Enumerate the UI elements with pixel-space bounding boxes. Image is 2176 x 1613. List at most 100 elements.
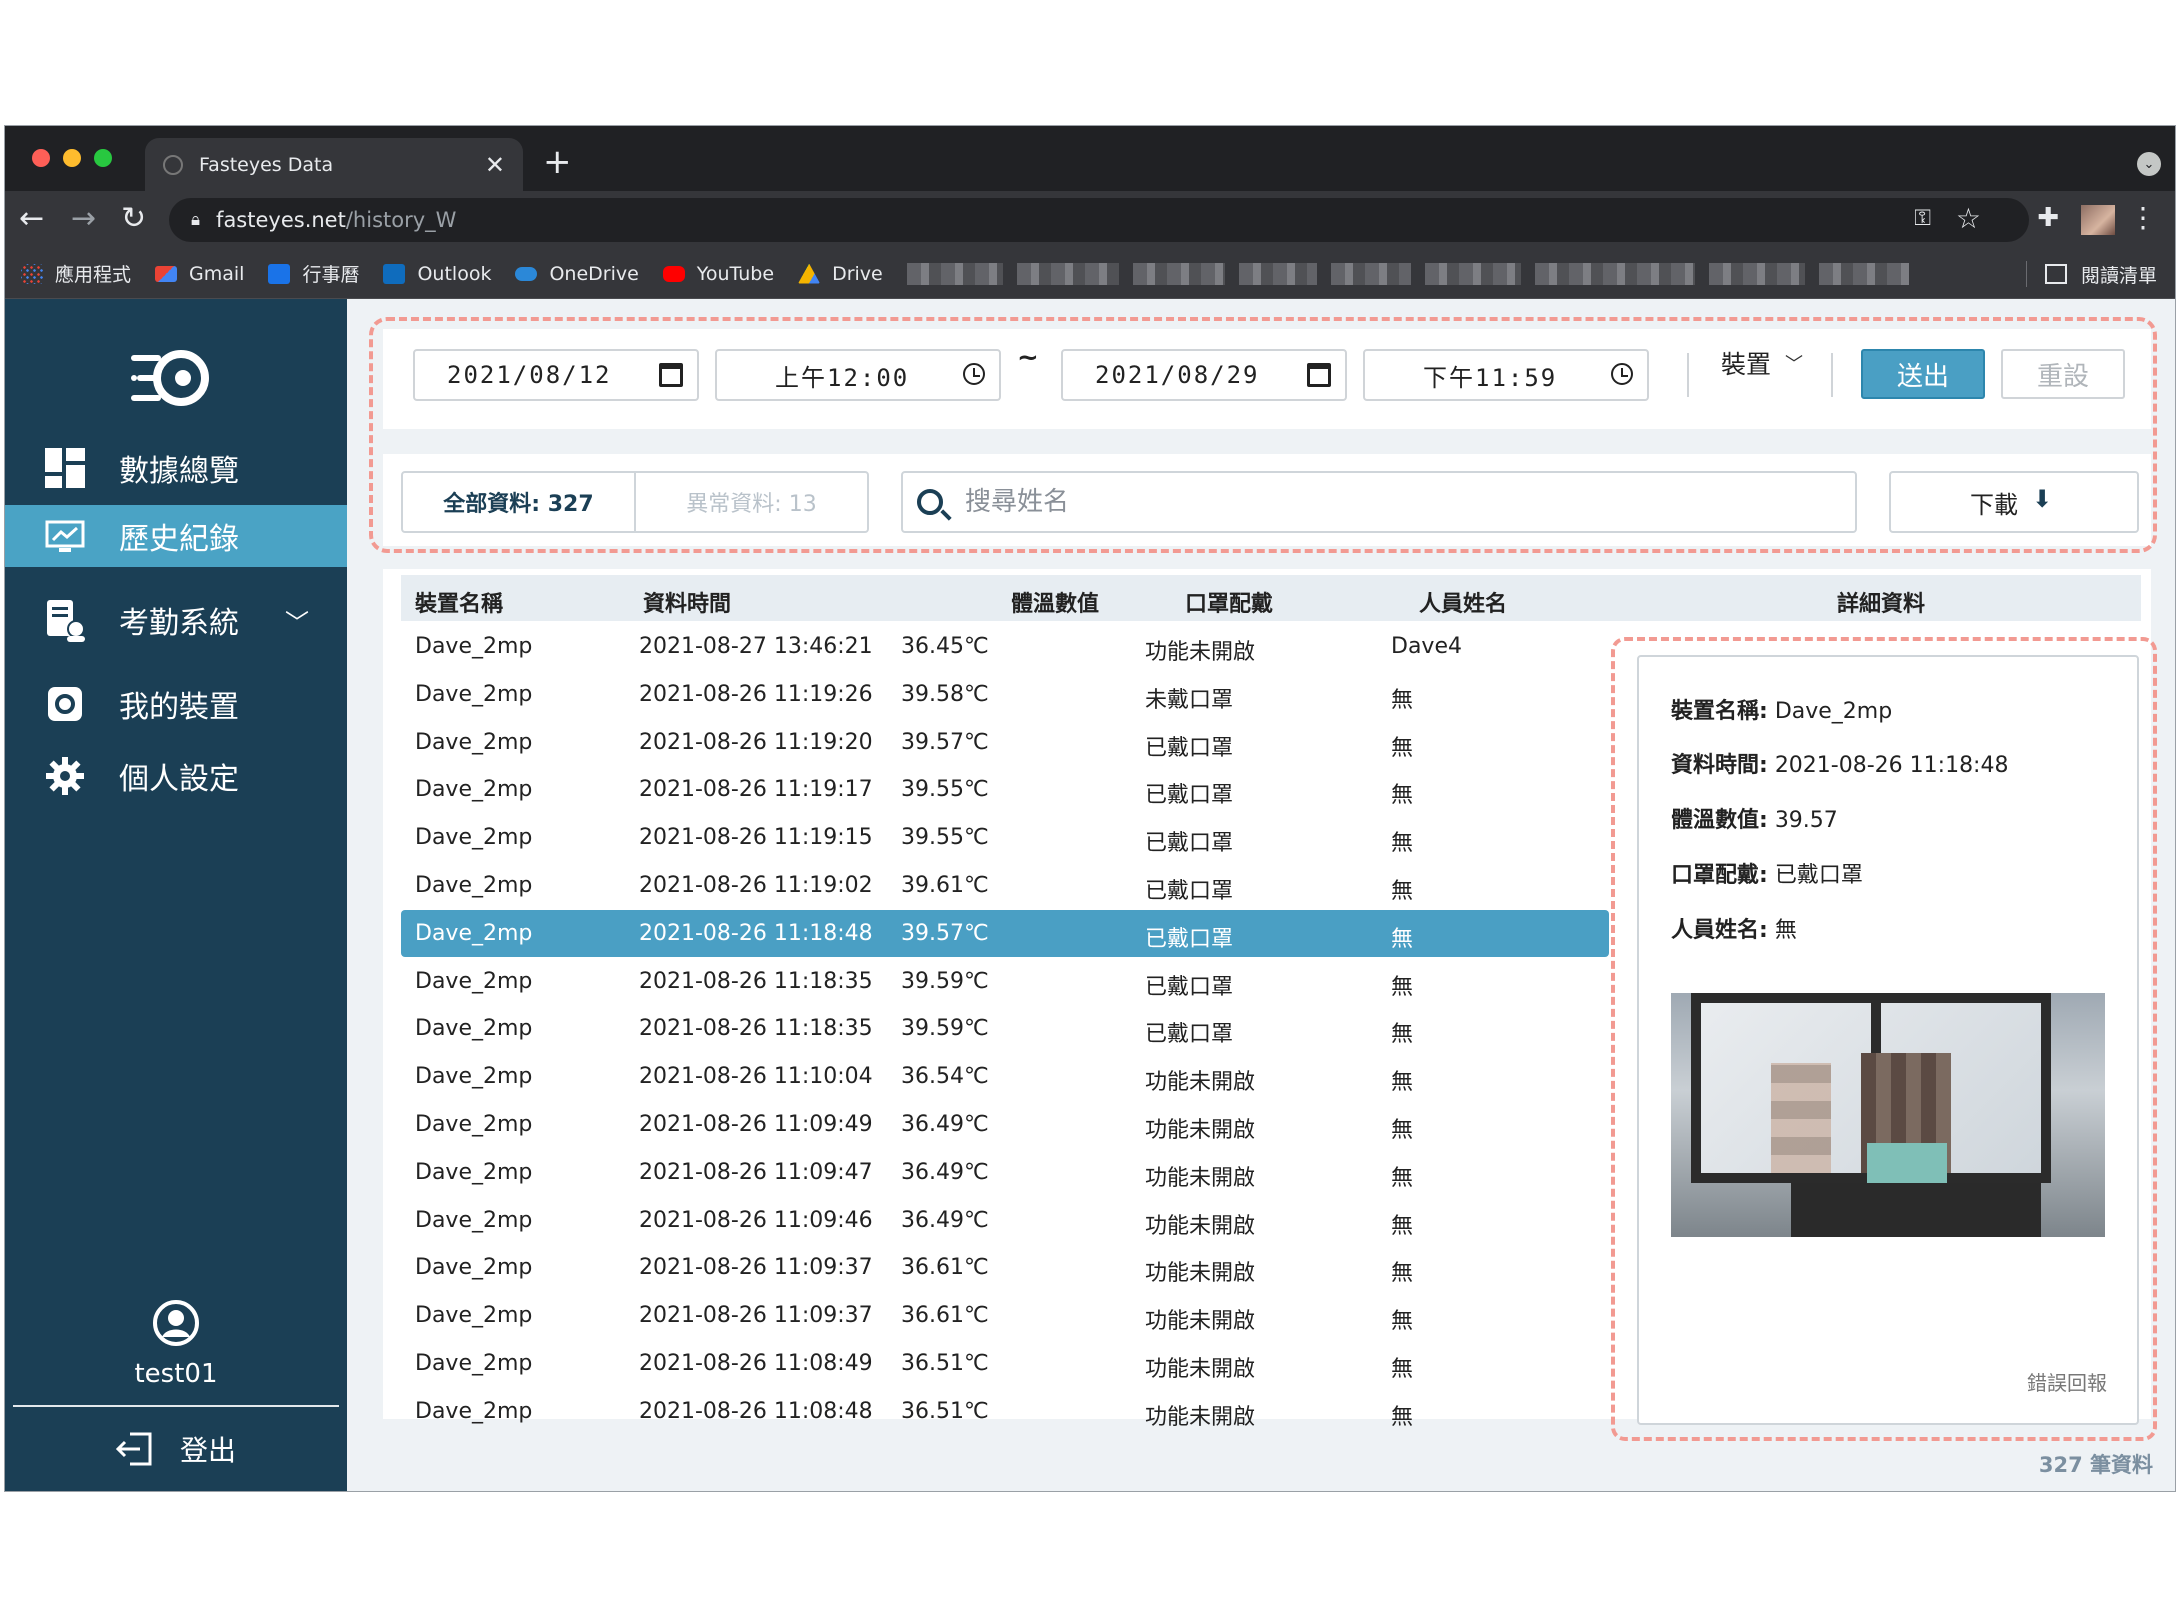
bookmark-gmail[interactable]: Gmail <box>155 263 244 285</box>
column-header-device[interactable]: 裝置名稱 <box>415 586 503 618</box>
key-icon[interactable]: ⚿ <box>1914 206 1931 231</box>
cell-time: 2021-08-26 11:09:49 <box>639 1112 873 1137</box>
redacted-bookmark <box>906 262 1003 285</box>
close-window-button[interactable] <box>32 149 50 167</box>
chevron-down-icon[interactable]: ﹀ <box>285 603 309 638</box>
bookmarks-bar: 應用程式 Gmail 行事曆 Outlook OneDrive YouTube … <box>5 249 2175 299</box>
bookmark-apps[interactable]: 應用程式 <box>21 260 131 287</box>
cell-mask: 已戴口罩 <box>1145 783 1234 809</box>
cell-temperature: 39.61℃ <box>901 873 989 898</box>
gmail-icon <box>155 265 178 282</box>
table-header: 裝置名稱 資料時間 體溫數值 口罩配戴 人員姓名 詳細資料 <box>401 575 2141 621</box>
cell-device: Dave_2mp <box>415 681 533 707</box>
cell-temperature: 39.58℃ <box>901 681 989 707</box>
table-row[interactable]: Dave_2mp 2021-08-26 11:19:02 39.61℃ 已戴口罩 無 <box>401 862 1609 909</box>
cell-device: Dave_2mp <box>415 1064 533 1090</box>
logout-button[interactable]: 登出 <box>5 1429 347 1469</box>
sidebar: 數據總覽 歷史紀錄 考勤系統 ﹀ 我的裝置 個人設定 test01 登出 <box>5 299 347 1491</box>
column-header-name[interactable]: 人員姓名 <box>1419 586 1507 618</box>
cell-device: Dave_2mp <box>415 920 533 946</box>
table-row[interactable]: Dave_2mp 2021-08-26 11:19:20 39.57℃ 已戴口罩 無 <box>401 719 1609 766</box>
cell-temperature: 36.49℃ <box>901 1159 989 1185</box>
user-profile[interactable]: test01 <box>5 1299 347 1389</box>
cell-device: Dave_2mp <box>415 634 533 659</box>
profile-avatar[interactable] <box>2081 205 2115 235</box>
table-row[interactable]: Dave_2mp 2021-08-26 11:19:26 39.58℃ 未戴口罩 無 <box>401 671 1609 718</box>
table-row[interactable]: Dave_2mp 2021-08-26 11:19:17 39.55℃ 已戴口罩 無 <box>401 766 1609 813</box>
column-header-temperature[interactable]: 體溫數值 <box>1011 586 1099 618</box>
cell-mask: 已戴口罩 <box>1145 1022 1234 1048</box>
bookmark-onedrive[interactable]: OneDrive <box>515 263 639 285</box>
cell-mask: 功能未開啟 <box>1145 1357 1256 1382</box>
column-header-time[interactable]: 資料時間 <box>643 586 731 618</box>
table-row[interactable]: Dave_2mp 2021-08-26 11:09:46 36.49℃ 功能未開啟 無 <box>401 1197 1609 1244</box>
browser-tab[interactable]: Fasteyes Data ✕ <box>145 138 523 191</box>
sidebar-item-overview[interactable]: 數據總覽 <box>5 437 347 499</box>
table-row[interactable]: Dave_2mp 2021-08-27 13:46:21 36.45℃ 功能未開啟 Da… <box>401 623 1609 670</box>
cell-temperature: 36.49℃ <box>901 1112 989 1137</box>
table-row[interactable]: Dave_2mp 2021-08-26 11:18:35 39.59℃ 已戴口罩 無 <box>401 1005 1609 1052</box>
cell-temperature: 36.45℃ <box>901 634 989 659</box>
cell-mask: 功能未開啟 <box>1145 1070 1256 1096</box>
bookmark-outlook[interactable]: Outlook <box>383 263 491 285</box>
redacted-bookmark <box>1534 262 1695 285</box>
sidebar-item-history[interactable]: 歷史紀錄 <box>5 505 347 567</box>
cell-device: Dave_2mp <box>415 1207 533 1233</box>
bookmark-youtube[interactable]: YouTube <box>662 263 774 285</box>
redacted-bookmark <box>1016 262 1119 285</box>
table-row[interactable]: Dave_2mp 2021-08-26 11:09:37 36.61℃ 功能未開啟 無 <box>401 1244 1609 1291</box>
url-host: fasteyes.net <box>216 208 346 232</box>
extensions-icon[interactable]: ✚ <box>2037 203 2059 233</box>
cell-temperature: 36.61℃ <box>901 1255 989 1281</box>
sidebar-item-devices[interactable]: 我的裝置 <box>5 673 347 735</box>
table-row[interactable]: Dave_2mp 2021-08-26 11:18:35 39.59℃ 已戴口罩 無 <box>401 958 1609 1005</box>
table-row[interactable]: Dave_2mp 2021-08-26 11:08:48 36.51℃ 功能未開啟 無 <box>401 1388 1609 1435</box>
cell-name: 無 <box>1391 879 1414 904</box>
cell-mask: 已戴口罩 <box>1145 831 1234 857</box>
table-row[interactable]: Dave_2mp 2021-08-26 11:19:15 39.55℃ 已戴口罩 無 <box>401 814 1609 861</box>
back-icon[interactable]: ← <box>19 201 44 236</box>
forward-icon[interactable]: → <box>71 201 96 236</box>
logout-icon <box>115 1432 152 1466</box>
reading-list-button[interactable]: 閱讀清單 <box>2044 249 2157 299</box>
cell-mask: 功能未開啟 <box>1145 1261 1256 1287</box>
table-row[interactable]: Dave_2mp 2021-08-26 11:10:04 36.54℃ 功能未開啟 無 <box>401 1053 1609 1100</box>
maximize-window-button[interactable] <box>94 149 112 167</box>
bookmark-calendar[interactable]: 行事曆 <box>268 260 359 287</box>
table-row[interactable]: Dave_2mp 2021-08-26 11:09:47 36.49℃ 功能未開啟 無 <box>401 1149 1609 1196</box>
cell-temperature: 36.49℃ <box>901 1207 989 1233</box>
cell-time: 2021-08-26 11:19:15 <box>639 825 873 851</box>
column-header-mask[interactable]: 口罩配戴 <box>1185 586 1273 618</box>
cell-time: 2021-08-26 11:08:48 <box>639 1398 873 1424</box>
close-tab-icon[interactable]: ✕ <box>485 151 505 179</box>
cell-device: Dave_2mp <box>415 873 533 898</box>
tab-title: Fasteyes Data <box>199 153 334 176</box>
minimize-window-button[interactable] <box>63 149 81 167</box>
cell-mask: 已戴口罩 <box>1145 879 1234 904</box>
cell-temperature: 39.57℃ <box>901 729 989 755</box>
cell-device: Dave_2mp <box>415 825 533 851</box>
table-row[interactable]: Dave_2mp 2021-08-26 11:18:48 39.57℃ 已戴口罩 無 <box>401 909 1609 957</box>
table-row[interactable]: Dave_2mp 2021-08-26 11:08:49 36.51℃ 功能未開啟 無 <box>401 1340 1609 1387</box>
attendance-icon <box>45 600 85 642</box>
new-tab-button[interactable]: + <box>543 142 572 182</box>
cell-name: 無 <box>1391 1309 1414 1335</box>
bookmark-drive[interactable]: Drive <box>798 263 883 285</box>
sidebar-item-attendance[interactable]: 考勤系統 ﹀ <box>5 589 347 651</box>
bookmark-star-icon[interactable]: ☆ <box>1956 202 1981 235</box>
browser-titlebar: Fasteyes Data ✕ + ⌄ <box>5 126 2175 191</box>
cell-name: 無 <box>1391 1165 1414 1191</box>
cell-name: 無 <box>1391 1404 1414 1430</box>
tab-search-icon[interactable]: ⌄ <box>2137 152 2161 176</box>
detail-highlight-box <box>1611 637 2157 1441</box>
table-row[interactable]: Dave_2mp 2021-08-26 11:09:49 36.49℃ 功能未開啟 無 <box>401 1101 1609 1148</box>
cell-time: 2021-08-26 11:08:49 <box>639 1351 873 1376</box>
sidebar-item-settings[interactable]: 個人設定 <box>5 745 347 807</box>
browser-menu-icon[interactable]: ⋮ <box>2129 201 2157 234</box>
cell-name: 無 <box>1391 1118 1414 1143</box>
address-bar[interactable]: 🔒︎ fasteyes.net /history_W ⚿ ☆ <box>169 198 2029 242</box>
reload-icon[interactable]: ↻ <box>121 201 146 236</box>
table-row[interactable]: Dave_2mp 2021-08-26 11:09:37 36.61℃ 功能未開啟 無 <box>401 1292 1609 1339</box>
cell-mask: 功能未開啟 <box>1145 640 1256 665</box>
gear-icon <box>45 756 85 796</box>
